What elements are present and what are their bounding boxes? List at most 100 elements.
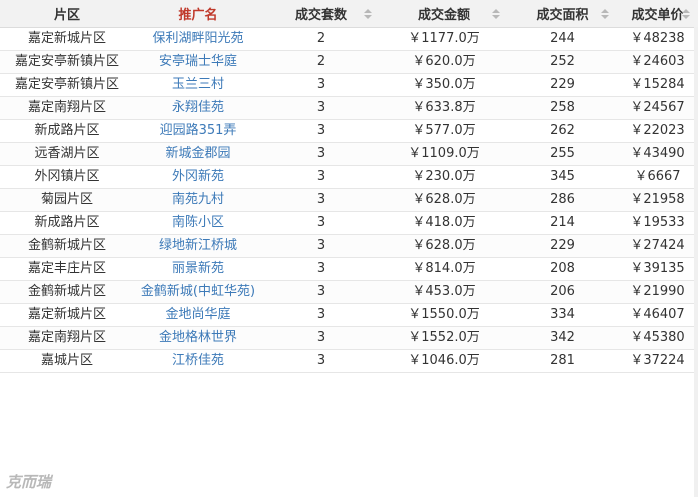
table-row: 菊园片区 南苑九村 3 ￥628.0万 286 ￥21958 (0, 188, 698, 212)
cell-district: 嘉城片区 (0, 349, 134, 373)
cell-amount: ￥1109.0万 (380, 142, 508, 166)
cell-district: 嘉定南翔片区 (0, 96, 134, 120)
cell-count: 3 (262, 211, 380, 235)
cell-count: 2 (262, 50, 380, 74)
cell-count: 3 (262, 142, 380, 166)
cell-amount: ￥628.0万 (380, 188, 508, 212)
project-link[interactable]: 金鹤新城(中虹华苑) (141, 284, 255, 299)
header-count[interactable]: 成交套数 (262, 0, 380, 28)
cell-amount: ￥577.0万 (380, 119, 508, 143)
table-row: 金鹤新城片区 绿地新江桥城 3 ￥628.0万 229 ￥27424 (0, 234, 698, 258)
cell-count: 3 (262, 119, 380, 143)
cell-count: 3 (262, 303, 380, 327)
table-header: 片区 推广名 成交套数 成交金额 成交面积 成交单价 (0, 0, 698, 28)
project-link[interactable]: 江桥佳苑 (172, 353, 224, 368)
header-name: 推广名 (134, 0, 262, 28)
scrollbar-track[interactable] (694, 27, 698, 497)
project-link[interactable]: 绿地新江桥城 (159, 238, 237, 253)
sort-icon[interactable] (682, 8, 690, 19)
cell-price: ￥21958 (617, 188, 698, 212)
project-link[interactable]: 南苑九村 (172, 192, 224, 207)
table-row: 嘉定安亭新镇片区 安亭瑞士华庭 2 ￥620.0万 252 ￥24603 (0, 50, 698, 74)
cell-name: 玉兰三村 (134, 73, 262, 97)
project-link[interactable]: 金地尚华庭 (165, 307, 230, 322)
project-link[interactable]: 丽景新苑 (172, 261, 224, 276)
cell-district: 外冈镇片区 (0, 165, 134, 189)
cell-count: 3 (262, 188, 380, 212)
cell-count: 2 (262, 27, 380, 51)
cell-district: 嘉定南翔片区 (0, 326, 134, 350)
project-link[interactable]: 保利湖畔阳光苑 (152, 31, 243, 46)
cell-area: 206 (508, 280, 617, 304)
cell-area: 229 (508, 234, 617, 258)
cell-count: 3 (262, 257, 380, 281)
project-link[interactable]: 永翔佳苑 (172, 100, 224, 115)
cell-count: 3 (262, 165, 380, 189)
project-link[interactable]: 安亭瑞士华庭 (159, 54, 237, 69)
project-link[interactable]: 南陈小区 (172, 215, 224, 230)
cell-name: 金地尚华庭 (134, 303, 262, 327)
cell-name: 绿地新江桥城 (134, 234, 262, 258)
sort-icon[interactable] (492, 8, 500, 19)
cell-amount: ￥1177.0万 (380, 27, 508, 51)
header-amount-label: 成交金额 (417, 8, 470, 23)
cell-price: ￥46407 (617, 303, 698, 327)
cell-district: 菊园片区 (0, 188, 134, 212)
header-district: 片区 (0, 0, 134, 28)
table-row: 新成路片区 南陈小区 3 ￥418.0万 214 ￥19533 (0, 211, 698, 235)
table-row: 嘉定南翔片区 永翔佳苑 3 ￥633.8万 258 ￥24567 (0, 96, 698, 120)
header-price[interactable]: 成交单价 (617, 0, 698, 28)
cell-amount: ￥633.8万 (380, 96, 508, 120)
cell-price: ￥19533 (617, 211, 698, 235)
sort-icon[interactable] (601, 8, 609, 19)
cell-area: 214 (508, 211, 617, 235)
cell-area: 342 (508, 326, 617, 350)
project-link[interactable]: 外冈新苑 (172, 169, 224, 184)
header-amount[interactable]: 成交金额 (380, 0, 508, 28)
cell-count: 3 (262, 73, 380, 97)
cell-district: 嘉定安亭新镇片区 (0, 50, 134, 74)
cell-count: 3 (262, 326, 380, 350)
cell-area: 345 (508, 165, 617, 189)
cell-amount: ￥350.0万 (380, 73, 508, 97)
cell-name: 迎园路351弄 (134, 119, 262, 143)
cell-amount: ￥814.0万 (380, 257, 508, 281)
cell-count: 3 (262, 349, 380, 373)
header-area[interactable]: 成交面积 (508, 0, 617, 28)
table-row: 嘉定新城片区 金地尚华庭 3 ￥1550.0万 334 ￥46407 (0, 303, 698, 327)
cell-price: ￥15284 (617, 73, 698, 97)
cell-name: 保利湖畔阳光苑 (134, 27, 262, 51)
cell-name: 金地格林世界 (134, 326, 262, 350)
cell-price: ￥48238 (617, 27, 698, 51)
cell-amount: ￥620.0万 (380, 50, 508, 74)
cell-amount: ￥418.0万 (380, 211, 508, 235)
cell-price: ￥37224 (617, 349, 698, 373)
cell-name: 外冈新苑 (134, 165, 262, 189)
cell-district: 新成路片区 (0, 119, 134, 143)
project-link[interactable]: 玉兰三村 (172, 77, 224, 92)
cell-name: 江桥佳苑 (134, 349, 262, 373)
cell-area: 262 (508, 119, 617, 143)
sort-icon[interactable] (364, 8, 372, 19)
cell-amount: ￥230.0万 (380, 165, 508, 189)
project-link[interactable]: 迎园路351弄 (160, 123, 237, 138)
cell-amount: ￥628.0万 (380, 234, 508, 258)
cell-district: 嘉定安亭新镇片区 (0, 73, 134, 97)
cell-area: 244 (508, 27, 617, 51)
cell-amount: ￥1550.0万 (380, 303, 508, 327)
cell-area: 281 (508, 349, 617, 373)
cell-area: 208 (508, 257, 617, 281)
table-row: 嘉定南翔片区 金地格林世界 3 ￥1552.0万 342 ￥45380 (0, 326, 698, 350)
header-row: 片区 推广名 成交套数 成交金额 成交面积 成交单价 (0, 0, 698, 28)
cell-area: 229 (508, 73, 617, 97)
project-link[interactable]: 金地格林世界 (159, 330, 237, 345)
project-link[interactable]: 新城金郡园 (165, 146, 230, 161)
header-price-label: 成交单价 (631, 8, 684, 23)
table-row: 新成路片区 迎园路351弄 3 ￥577.0万 262 ￥22023 (0, 119, 698, 143)
cell-name: 南陈小区 (134, 211, 262, 235)
table-row: 嘉定安亭新镇片区 玉兰三村 3 ￥350.0万 229 ￥15284 (0, 73, 698, 97)
table-body: 嘉定新城片区 保利湖畔阳光苑 2 ￥1177.0万 244 ￥48238 嘉定安亭新镇片区 安… (0, 27, 698, 373)
cell-area: 258 (508, 96, 617, 120)
cell-price: ￥27424 (617, 234, 698, 258)
watermark-logo: 克而瑞 (6, 473, 52, 491)
